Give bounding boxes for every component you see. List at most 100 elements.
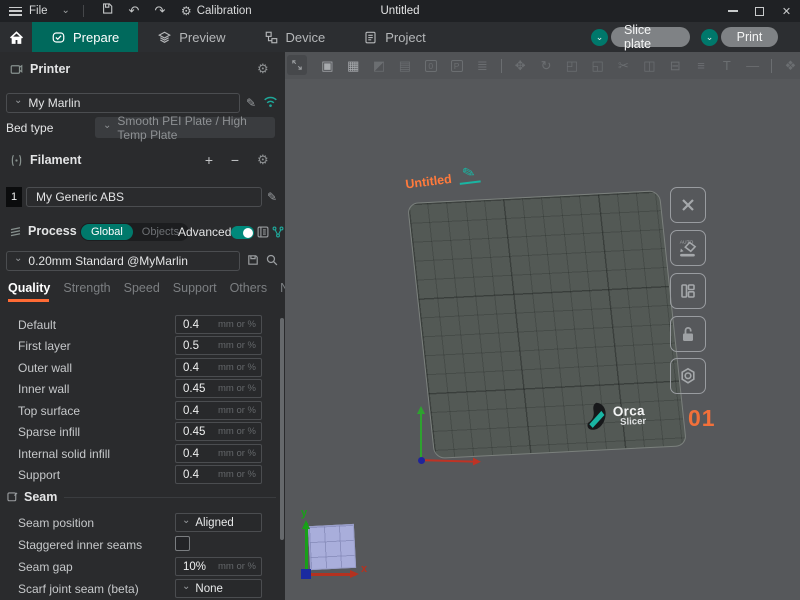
delete-plate-button[interactable] xyxy=(670,187,706,223)
arrange-plate-button[interactable] xyxy=(670,273,706,309)
cut-icon[interactable]: ✂ xyxy=(614,56,633,75)
close-button[interactable]: ✕ xyxy=(773,0,800,22)
printer-settings-gear-icon[interactable]: ⚙ xyxy=(257,62,269,76)
mini-origin-marker xyxy=(301,569,311,579)
redo-icon[interactable]: ↷ xyxy=(147,0,173,22)
rotate-icon[interactable]: ↻ xyxy=(537,56,556,75)
tab-strength[interactable]: Strength xyxy=(63,281,110,295)
main-menu-icon[interactable] xyxy=(9,7,22,16)
lay-flat-icon[interactable]: ◱ xyxy=(588,56,607,75)
param-input-inner-wall[interactable]: 0.45 mm or % xyxy=(175,379,262,398)
add-plate-icon[interactable]: ▦ xyxy=(344,56,363,75)
collapse-sidebar-button[interactable] xyxy=(287,55,307,75)
edit-printer-icon[interactable]: ✎ xyxy=(246,96,256,110)
maximize-button[interactable] xyxy=(746,0,773,22)
parameter-structure-icon[interactable] xyxy=(271,225,285,239)
auto-orient-plate-button[interactable]: AUTO xyxy=(670,230,706,266)
scale-icon[interactable]: ◰ xyxy=(562,56,581,75)
tab-device[interactable]: Device xyxy=(245,22,345,52)
add-filament-button[interactable]: + xyxy=(201,152,217,168)
param-input-outer-wall[interactable]: 0.4 mm or % xyxy=(175,358,262,377)
split-to-objects-icon[interactable]: ◫ xyxy=(640,56,659,75)
compare-presets-icon[interactable] xyxy=(256,225,270,239)
viewport-3d[interactable]: ▣ ▦ ◩ ▤ 0 P ≣ ✥ ↻ ◰ ◱ ✂ ◫ ⊟ ≡ T ― ❖ xyxy=(285,52,800,600)
param-input-top-surface[interactable]: 0.4 mm or % xyxy=(175,401,262,420)
variable-layer-height-icon[interactable]: ≡ xyxy=(692,56,711,75)
tab-preview[interactable]: Preview xyxy=(138,22,244,52)
tab-quality[interactable]: Quality xyxy=(8,281,50,295)
add-object-icon[interactable]: ▣ xyxy=(318,56,337,75)
origin-marker xyxy=(418,457,425,464)
filament-preset-select[interactable]: My Generic ABS xyxy=(26,187,262,207)
undo-icon[interactable]: ↶ xyxy=(121,0,147,22)
param-input-default[interactable]: 0.4 mm or % xyxy=(175,315,262,334)
auto-orient-icon[interactable]: ◩ xyxy=(370,56,389,75)
edit-filament-icon[interactable]: ✎ xyxy=(267,190,277,204)
param-value: 0.5 xyxy=(176,340,218,352)
minimize-button[interactable] xyxy=(719,0,746,22)
seam-position-select[interactable]: ⌄ Aligned xyxy=(175,513,262,532)
plate-settings-button[interactable] xyxy=(670,358,706,394)
slice-dropdown-button[interactable]: ⌄ xyxy=(591,29,608,46)
save-preset-icon[interactable] xyxy=(246,253,260,267)
tab-others[interactable]: Others xyxy=(230,281,268,295)
param-value: 0.4 xyxy=(176,469,218,481)
lock-plate-button[interactable] xyxy=(670,316,706,352)
paste-icon[interactable]: P xyxy=(447,56,466,75)
scope-global-button[interactable]: Global xyxy=(81,224,133,240)
sidebar-scrollbar[interactable] xyxy=(280,318,284,540)
arrange-icon[interactable]: ▤ xyxy=(395,56,414,75)
print-dropdown-button[interactable]: ⌄ xyxy=(701,29,718,46)
calibration-button[interactable]: ⚙ Calibration xyxy=(181,4,252,18)
window-title: Untitled xyxy=(381,0,420,22)
file-menu-chevron-icon[interactable]: ⌄ xyxy=(62,7,70,15)
auto-orient-icon: AUTO xyxy=(677,237,699,259)
x-axis-label: x xyxy=(361,563,367,575)
filament-settings-gear-icon[interactable]: ⚙ xyxy=(257,153,269,167)
param-value: 0.4 xyxy=(176,362,218,374)
staggered-seams-checkbox[interactable] xyxy=(175,536,190,551)
measure-icon[interactable]: ― xyxy=(743,56,762,75)
process-section-title: Process xyxy=(28,224,77,238)
filament-slot-number[interactable]: 1 xyxy=(6,187,22,207)
plate-name-group[interactable]: Untitled ✎ xyxy=(404,166,480,192)
seam-gap-unit: mm or % xyxy=(218,561,261,572)
advanced-toggle[interactable] xyxy=(231,226,254,239)
add-text-icon[interactable]: T xyxy=(717,56,736,75)
save-project-icon[interactable] xyxy=(95,0,121,22)
assembly-view-icon[interactable]: ❖ xyxy=(781,56,800,75)
tab-speed[interactable]: Speed xyxy=(124,281,160,295)
param-input-internal-solid-infill[interactable]: 0.4 mm or % xyxy=(175,444,262,463)
process-preset-value: 0.20mm Standard @MyMarlin xyxy=(28,254,188,268)
tab-prepare[interactable]: Prepare xyxy=(32,22,138,52)
tab-project[interactable]: Project xyxy=(344,22,444,52)
tab-project-label: Project xyxy=(385,30,425,45)
bed-type-select[interactable]: ⌄ Smooth PEI Plate / High Temp Plate xyxy=(95,117,275,138)
y-axis-label: y xyxy=(301,507,307,519)
wifi-connection-icon[interactable] xyxy=(262,94,279,109)
split-to-parts-icon[interactable]: ⊟ xyxy=(666,56,685,75)
param-value: 0.4 xyxy=(176,319,218,331)
rename-plate-pencil-icon[interactable]: ✎ xyxy=(457,166,480,185)
move-icon[interactable]: ✥ xyxy=(511,56,530,75)
search-settings-icon[interactable] xyxy=(265,253,279,267)
printer-preset-select[interactable]: ⌄ My Marlin xyxy=(6,93,240,113)
layers-menu-icon[interactable]: ≣ xyxy=(473,56,492,75)
process-preset-select[interactable]: ⌄ 0.20mm Standard @MyMarlin xyxy=(6,251,240,271)
param-input-support[interactable]: 0.4 mm or % xyxy=(175,465,262,484)
plate-overview-thumbnail[interactable]: y x xyxy=(299,505,391,589)
tab-support[interactable]: Support xyxy=(173,281,217,295)
print-button[interactable]: Print xyxy=(721,27,778,47)
printer-section-title: Printer xyxy=(30,62,70,76)
copy-icon[interactable]: 0 xyxy=(421,56,440,75)
param-input-first-layer[interactable]: 0.5 mm or % xyxy=(175,336,262,355)
slice-plate-group: ⌄ Slice plate xyxy=(591,27,690,47)
slice-plate-button[interactable]: Slice plate xyxy=(611,27,690,47)
remove-filament-button[interactable]: − xyxy=(227,152,243,168)
file-menu[interactable]: File xyxy=(29,5,48,17)
param-input-sparse-infill[interactable]: 0.45 mm or % xyxy=(175,422,262,441)
home-button[interactable] xyxy=(0,22,32,52)
orca-slicer-logo: Orca Slicer xyxy=(583,399,646,433)
seam-gap-input[interactable]: 10% mm or % xyxy=(175,557,262,576)
scarf-joint-select[interactable]: ⌄ None xyxy=(175,579,262,598)
